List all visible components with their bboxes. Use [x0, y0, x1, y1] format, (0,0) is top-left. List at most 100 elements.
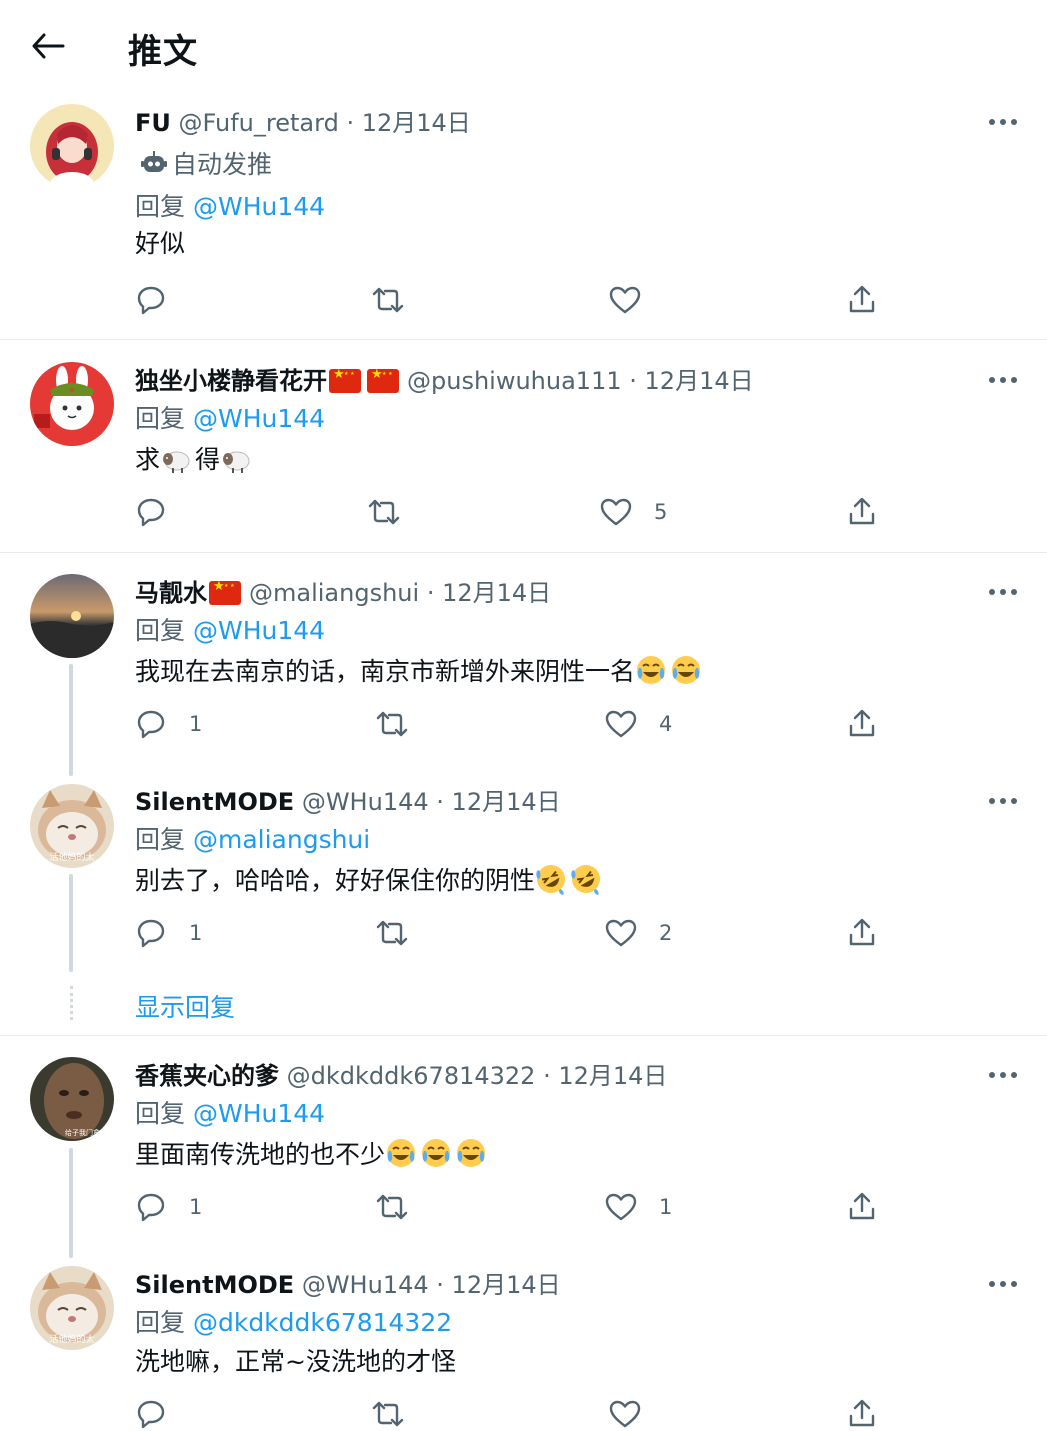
reply-prefix: 回复	[135, 1308, 186, 1337]
more-options-icon[interactable]	[985, 1065, 1021, 1085]
share-button[interactable]	[846, 280, 878, 320]
avatar-silentmode[interactable]: 活他妈的太	[30, 784, 114, 868]
author-name[interactable]: SilentMODE	[135, 788, 294, 816]
reply-mention[interactable]: @WHu144	[193, 616, 325, 645]
avatar-silentmode[interactable]: 活他妈的太	[30, 1266, 114, 1350]
tweet-text: 里面南传洗地的也不少	[135, 1137, 490, 1171]
reply-prefix: 回复	[135, 404, 186, 433]
author-handle[interactable]: @WHu144	[302, 788, 429, 816]
text-content: 里面南传洗地的也不少	[135, 1140, 386, 1169]
avatar-maliangshui[interactable]	[30, 574, 114, 658]
author-handle[interactable]: @dkdkddk67814322	[287, 1062, 536, 1090]
avatar-caption: 给子我门拿票	[65, 1128, 107, 1137]
like-button[interactable]: 2	[605, 913, 672, 953]
retweet-icon	[376, 920, 408, 946]
share-button[interactable]	[846, 492, 878, 532]
author-handle[interactable]: @pushiwuhua111	[407, 367, 622, 395]
reply-mention[interactable]: @WHu144	[193, 1099, 325, 1128]
more-options-icon[interactable]	[985, 1274, 1021, 1294]
more-options-icon[interactable]	[985, 791, 1021, 811]
retweet-button[interactable]	[371, 280, 405, 320]
china-flag-emoji	[329, 368, 361, 393]
reply-mention[interactable]: @WHu144	[193, 192, 325, 221]
reply-button[interactable]	[135, 280, 167, 320]
separator-dot: ·	[346, 109, 355, 137]
reply-context: 回复 @WHu144	[135, 616, 325, 646]
separator-dot: ·	[426, 579, 435, 607]
separator-dot: ·	[436, 1271, 444, 1299]
share-button[interactable]	[846, 1187, 878, 1227]
automated-label-text: 自动发推	[172, 150, 273, 179]
avatar-banana[interactable]: 给子我门拿票	[30, 1057, 114, 1141]
author-handle[interactable]: @WHu144	[302, 1271, 429, 1299]
automated-label: 自动发推	[140, 150, 272, 180]
author-name[interactable]: FU	[135, 109, 171, 137]
retweet-button[interactable]	[375, 913, 409, 953]
heart-icon	[605, 1193, 637, 1221]
author-handle[interactable]: @Fufu_retard	[179, 109, 339, 137]
author-name[interactable]: SilentMODE	[135, 1271, 294, 1299]
retweet-button[interactable]	[367, 492, 401, 532]
like-button[interactable]: 5	[600, 492, 667, 532]
like-count: 5	[654, 500, 668, 524]
avatar-fu[interactable]	[30, 104, 114, 188]
avatar-dzxl[interactable]: ★	[30, 362, 114, 446]
retweet-icon	[372, 1401, 404, 1427]
svg-text:★: ★	[68, 386, 76, 396]
share-button[interactable]	[846, 913, 878, 953]
reply-button[interactable]: 1	[135, 913, 202, 953]
text-content: 我现在去南京的话，南京市新增外来阴性一名	[135, 657, 636, 686]
heart-icon	[605, 710, 637, 738]
retweet-button[interactable]	[375, 704, 409, 744]
tweet-header: 香蕉夹心的爹 @dkdkddk67814322 · 12月14日	[135, 1061, 667, 1091]
reply-icon	[137, 710, 165, 739]
reply-button[interactable]: 1	[135, 1187, 202, 1227]
reply-mention[interactable]: @maliangshui	[193, 825, 370, 854]
reply-prefix: 回复	[135, 825, 186, 854]
reply-icon	[137, 286, 165, 315]
reply-icon	[137, 1193, 165, 1222]
reply-context: 回复 @WHu144	[135, 192, 325, 222]
retweet-button[interactable]	[375, 1187, 409, 1227]
more-options-icon[interactable]	[985, 582, 1021, 602]
rolling-laughing-emoji	[571, 865, 601, 895]
back-arrow-icon[interactable]	[30, 30, 66, 62]
author-handle[interactable]: @maliangshui	[249, 579, 419, 607]
retweet-button[interactable]	[371, 1394, 405, 1431]
reply-context: 回复 @WHu144	[135, 404, 325, 434]
rolling-laughing-emoji	[536, 865, 566, 895]
like-button[interactable]: 1	[605, 1187, 672, 1227]
author-name[interactable]: 独坐小楼静看花开	[135, 367, 327, 395]
share-button[interactable]	[846, 1394, 878, 1431]
thread-connector	[69, 874, 73, 972]
tweet-text: 好似	[135, 229, 186, 258]
share-button[interactable]	[846, 704, 878, 744]
robot-icon	[141, 151, 167, 172]
like-button[interactable]	[609, 1394, 641, 1431]
tweet-date[interactable]: 12月14日	[442, 579, 551, 607]
reply-button[interactable]	[135, 1394, 167, 1431]
more-options-icon[interactable]	[985, 370, 1021, 390]
heart-icon	[605, 919, 637, 947]
like-button[interactable]	[609, 280, 641, 320]
tears-of-joy-emoji	[387, 1139, 416, 1167]
show-replies-link[interactable]: 显示回复	[135, 988, 235, 1024]
more-options-icon[interactable]	[985, 112, 1021, 132]
author-name[interactable]: 香蕉夹心的爹	[135, 1062, 279, 1090]
reply-mention[interactable]: @WHu144	[193, 404, 325, 433]
tweet-date[interactable]: 12月14日	[452, 1271, 561, 1299]
avatar-caption: 活他妈的太	[49, 851, 94, 863]
tears-of-joy-emoji	[457, 1139, 486, 1167]
reply-button[interactable]	[135, 492, 167, 532]
reply-mention[interactable]: @dkdkddk67814322	[193, 1308, 452, 1337]
tweet-date[interactable]: 12月14日	[645, 367, 754, 395]
author-name[interactable]: 马靓水	[135, 579, 207, 607]
reply-button[interactable]: 1	[135, 704, 202, 744]
like-button[interactable]: 4	[605, 704, 672, 744]
tweet-date[interactable]: 12月14日	[558, 1062, 667, 1090]
reply-icon	[137, 498, 165, 527]
tweet-date[interactable]: 12月14日	[362, 109, 471, 137]
tweet-header: SilentMODE @WHu144 · 12月14日	[135, 1270, 561, 1300]
tweet-date[interactable]: 12月14日	[452, 788, 561, 816]
heart-icon	[609, 1400, 641, 1428]
